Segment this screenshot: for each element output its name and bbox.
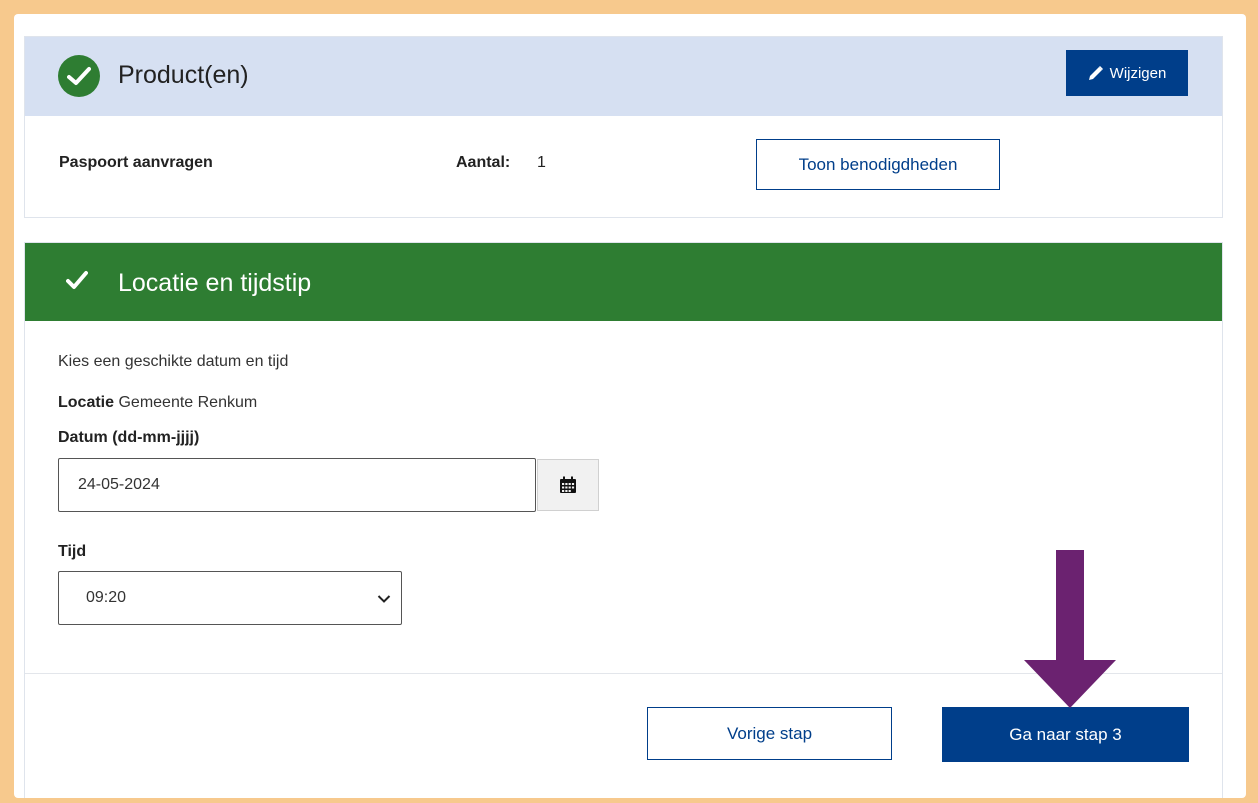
- product-panel: Product(en) Wijzigen Paspoort aanvragen …: [24, 36, 1223, 218]
- location-panel-header: Locatie en tijdstip: [25, 243, 1222, 321]
- product-panel-header: Product(en) Wijzigen: [25, 37, 1222, 116]
- product-name: Paspoort aanvragen: [59, 154, 213, 171]
- location-panel-title: Locatie en tijdstip: [118, 269, 312, 297]
- pencil-icon: [1088, 66, 1103, 80]
- location-label: Locatie: [58, 394, 115, 411]
- down-arrow-icon: [1024, 550, 1116, 708]
- check-circle-icon: [58, 55, 100, 97]
- quantity-value: 1: [537, 154, 546, 171]
- edit-products-button[interactable]: Wijzigen: [1066, 50, 1188, 96]
- time-select[interactable]: 09:20: [58, 571, 402, 625]
- quantity-label: Aantal:: [456, 154, 511, 171]
- previous-step-button[interactable]: Vorige stap: [647, 707, 892, 760]
- location-value: Gemeente Renkum: [118, 394, 258, 411]
- location-panel: Locatie en tijdstip Kies een geschikte d…: [24, 242, 1223, 798]
- edit-button-label: Wijzigen: [1109, 64, 1167, 82]
- date-label: Datum (dd-mm-jjjj): [58, 429, 200, 446]
- intro-text: Kies een geschikte datum en tijd: [58, 353, 289, 370]
- date-input[interactable]: [58, 458, 536, 512]
- location-line: Locatie Gemeente Renkum: [58, 394, 257, 412]
- screenshot-frame: Product(en) Wijzigen Paspoort aanvragen …: [14, 14, 1246, 798]
- next-step-button[interactable]: Ga naar stap 3: [942, 707, 1189, 762]
- time-label: Tijd: [58, 543, 87, 560]
- calendar-button[interactable]: [537, 459, 599, 511]
- show-requirements-button[interactable]: Toon benodigdheden: [756, 139, 1000, 190]
- check-icon: [66, 270, 88, 295]
- chevron-down-icon: [377, 591, 391, 609]
- product-panel-title: Product(en): [118, 61, 249, 89]
- time-select-value: 09:20: [86, 589, 127, 606]
- calendar-icon: [560, 476, 576, 493]
